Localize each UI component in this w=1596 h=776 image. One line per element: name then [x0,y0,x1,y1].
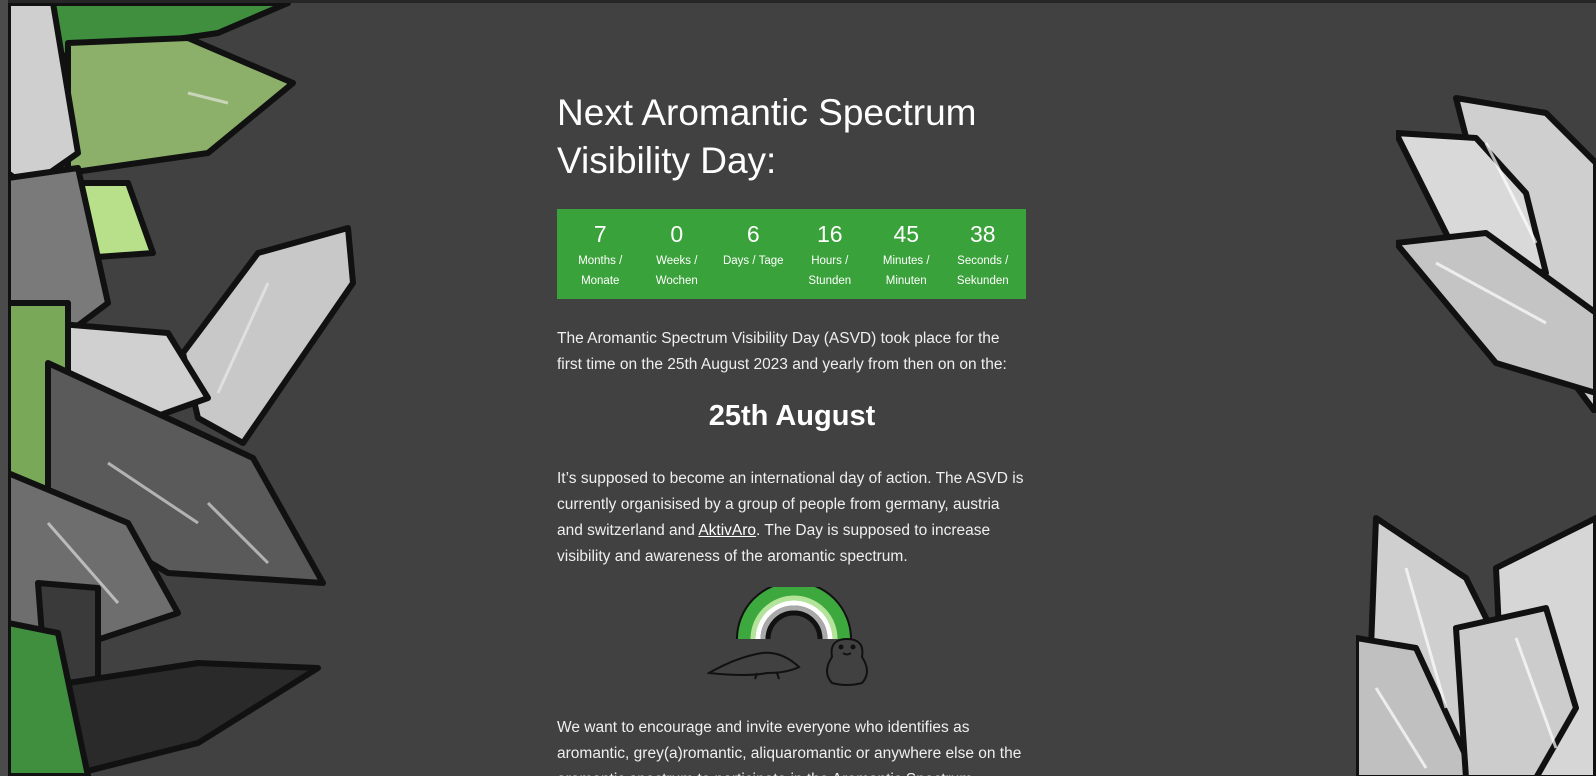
countdown-timer: 7 Months / Monate 0 Weeks / Wochen 6 Days … [557,209,1026,299]
crystals-right-top-decoration [1396,95,1596,413]
aro-rainbow-icon [707,587,868,686]
about-paragraph: It’s supposed to become an international… [557,470,1024,565]
countdown-seconds: 38 Seconds / Sekunden [945,209,1020,299]
intro-paragraph: The Aromantic Spectrum Visibility Day (A… [557,330,1007,373]
countdown-value: 38 [969,221,996,247]
countdown-weeks: 0 Weeks / Wochen [639,209,714,299]
crystals-right-bottom-decoration [1356,515,1596,776]
date-heading: 25th August [708,400,876,432]
page-viewport[interactable]: Next Aromantic Spectrum Visibility Day: … [8,3,1596,776]
countdown-label: Seconds / Sekunden [956,255,1009,287]
countdown-value: 6 [746,221,760,247]
countdown-value: 16 [816,221,843,247]
countdown-value: 45 [893,221,920,247]
countdown-label: Hours / Stunden [808,255,852,287]
page-title-line2: Visibility Day: [557,140,777,181]
countdown-label: Minutes / Minuten [882,255,930,287]
countdown-value: 0 [670,221,684,247]
aktivaro-link[interactable]: AktivAro [698,522,756,539]
countdown-hours: 16 Hours / Stunden [792,209,867,299]
browser-left-edge [0,0,8,776]
countdown-days: 6 Days / Tage [716,209,791,299]
page-title-line1: Next Aromantic Spectrum [557,92,977,133]
countdown-value: 7 [593,221,607,247]
countdown-label: Months / Monate [578,255,623,287]
countdown-label: Weeks / Wochen [655,255,698,287]
countdown-minutes: 45 Minutes / Minuten [869,209,944,299]
page-title: Next Aromantic Spectrum Visibility Day: [557,89,1027,185]
countdown-months: 7 Months / Monate [563,209,638,299]
crystals-left-decoration [8,3,356,776]
countdown-label: Days / Tage [722,255,784,267]
invite-paragraph: We want to encourage and invite everyone… [557,719,1022,776]
